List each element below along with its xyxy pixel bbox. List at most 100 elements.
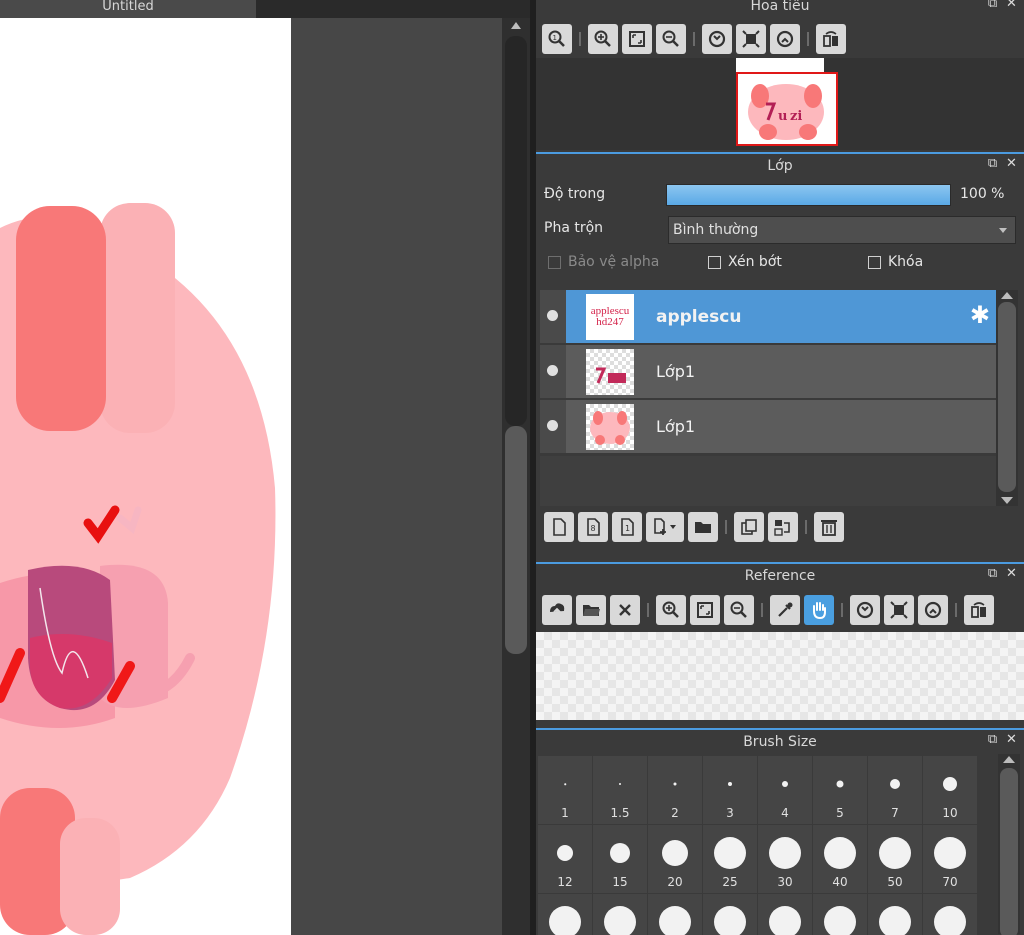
scrollbar-thumb[interactable]	[1000, 768, 1018, 935]
rotate-left-icon[interactable]	[850, 595, 880, 625]
brush-size-cell[interactable]: 5	[813, 756, 867, 824]
brush-dot-icon	[557, 845, 573, 861]
navigator-title: Hoa tiêu	[750, 0, 810, 14]
rotate-left-icon[interactable]	[702, 24, 732, 54]
canvas-vertical-scrollbar[interactable]	[502, 18, 530, 935]
brush-size-cell[interactable]: 70	[923, 825, 977, 893]
add-layer-dropdown-icon[interactable]	[646, 512, 684, 542]
brush-size-cell[interactable]	[593, 894, 647, 935]
scroll-down-arrow-icon[interactable]	[1001, 497, 1013, 504]
canvas-workspace[interactable]	[0, 18, 502, 935]
brush-size-cell[interactable]: 4	[758, 756, 812, 824]
brush-size-cell[interactable]	[648, 894, 702, 935]
blend-mode-select[interactable]: Bình thường	[668, 216, 1016, 244]
visibility-toggle[interactable]	[540, 400, 566, 453]
reference-canvas[interactable]	[536, 632, 1024, 720]
scrollbar-track[interactable]	[505, 36, 527, 426]
merge-down-icon[interactable]	[768, 512, 798, 542]
scrollbar-thumb[interactable]	[505, 426, 527, 654]
fit-screen-icon[interactable]	[622, 24, 652, 54]
brush-size-cell[interactable]: 1	[538, 756, 592, 824]
visibility-toggle[interactable]	[540, 345, 566, 398]
rotate-right-icon[interactable]	[918, 595, 948, 625]
reset-view-icon[interactable]	[884, 595, 914, 625]
layer-options-row: Bảo vệ alpha Xén bớt Khóa	[536, 246, 1024, 282]
brush-size-cell[interactable]: 15	[593, 825, 647, 893]
brush-size-cell[interactable]: 12	[538, 825, 592, 893]
trash-icon[interactable]	[814, 512, 844, 542]
layer-thumbnail	[586, 404, 634, 450]
brush-size-cell[interactable]	[813, 894, 867, 935]
float-window-icon[interactable]: ⧉	[986, 0, 999, 10]
layer-row-applescu[interactable]: applescu hd247 applescu ✱	[540, 290, 996, 343]
brush-size-cell[interactable]: 1.5	[593, 756, 647, 824]
close-icon[interactable]: ✕	[1005, 733, 1018, 746]
zoom-actual-icon[interactable]: 1	[542, 24, 572, 54]
new-layer-icon[interactable]	[544, 512, 574, 542]
layer-name: applescu	[656, 307, 742, 327]
brush-size-cell[interactable]: 10	[923, 756, 977, 824]
reset-view-icon[interactable]	[736, 24, 766, 54]
scrollbar-thumb[interactable]	[998, 302, 1016, 492]
clipping-checkbox[interactable]: Xén bớt	[708, 254, 782, 270]
layer-toolbar: 8 1	[536, 506, 1024, 548]
navigator-viewport-frame[interactable]: u zi	[736, 72, 838, 146]
float-window-icon[interactable]: ⧉	[986, 157, 999, 170]
brush-dot-icon	[769, 837, 801, 869]
opacity-slider[interactable]	[666, 184, 951, 206]
protect-alpha-checkbox[interactable]: Bảo vệ alpha	[548, 254, 659, 270]
eyedropper-icon[interactable]	[770, 595, 800, 625]
zoom-in-icon[interactable]	[656, 595, 686, 625]
new-folder-icon[interactable]	[688, 512, 718, 542]
layer-row-lop1-2[interactable]: Lớp1	[540, 400, 996, 453]
open-folder-icon[interactable]	[576, 595, 606, 625]
close-icon[interactable]: ✕	[1005, 157, 1018, 170]
brush-dot-icon	[836, 780, 844, 788]
brush-size-cell[interactable]	[703, 894, 757, 935]
zoom-out-icon[interactable]	[656, 24, 686, 54]
layer-list-empty-area[interactable]	[540, 456, 996, 506]
new-8bit-layer-icon[interactable]: 8	[578, 512, 608, 542]
brush-size-cell[interactable]: 30	[758, 825, 812, 893]
document-tab[interactable]: Untitled	[0, 0, 256, 18]
zoom-out-icon[interactable]	[724, 595, 754, 625]
rotate-right-icon[interactable]	[770, 24, 800, 54]
brush-size-cell[interactable]: 2	[648, 756, 702, 824]
float-window-icon[interactable]: ⧉	[986, 733, 999, 746]
brush-size-cell[interactable]: 7	[868, 756, 922, 824]
upload-icon[interactable]	[542, 595, 572, 625]
lock-checkbox[interactable]: Khóa	[868, 254, 923, 270]
duplicate-layer-icon[interactable]	[734, 512, 764, 542]
flip-horizontal-icon[interactable]	[964, 595, 994, 625]
brush-size-cell[interactable]	[923, 894, 977, 935]
layer-list-scrollbar[interactable]	[996, 290, 1018, 506]
brush-size-cell[interactable]	[868, 894, 922, 935]
float-window-icon[interactable]: ⧉	[986, 567, 999, 580]
close-icon[interactable]: ✕	[1005, 567, 1018, 580]
scroll-up-arrow-icon[interactable]	[511, 22, 521, 29]
hand-tool-icon[interactable]	[804, 595, 834, 625]
brush-size-cell[interactable]: 3	[703, 756, 757, 824]
navigator-preview[interactable]: u zi	[536, 58, 1024, 150]
brush-size-cell[interactable]: 50	[868, 825, 922, 893]
visibility-toggle[interactable]	[540, 290, 566, 343]
canvas-paper[interactable]	[0, 18, 291, 935]
brush-size-cell[interactable]: 20	[648, 825, 702, 893]
gear-icon[interactable]: ✱	[970, 303, 990, 327]
brush-size-cell[interactable]	[758, 894, 812, 935]
close-icon[interactable]: ✕	[1005, 0, 1018, 10]
brush-size-cell[interactable]: 40	[813, 825, 867, 893]
scroll-up-arrow-icon[interactable]	[1001, 292, 1013, 299]
fit-screen-icon[interactable]	[690, 595, 720, 625]
brush-size-cell[interactable]	[538, 894, 592, 935]
brush-size-scrollbar[interactable]	[998, 754, 1020, 935]
flip-horizontal-icon[interactable]	[816, 24, 846, 54]
close-reference-icon[interactable]	[610, 595, 640, 625]
layer-row-lop1[interactable]: Lớp1	[540, 345, 996, 398]
scroll-up-arrow-icon[interactable]	[1003, 756, 1015, 763]
layer-panel: Lớp ⧉ ✕ Độ trong 100 % Pha trộn Bình thư…	[536, 152, 1024, 560]
zoom-in-icon[interactable]	[588, 24, 618, 54]
brush-size-cell[interactable]: 25	[703, 825, 757, 893]
new-1bit-layer-icon[interactable]: 1	[612, 512, 642, 542]
checkbox-box	[548, 255, 561, 269]
